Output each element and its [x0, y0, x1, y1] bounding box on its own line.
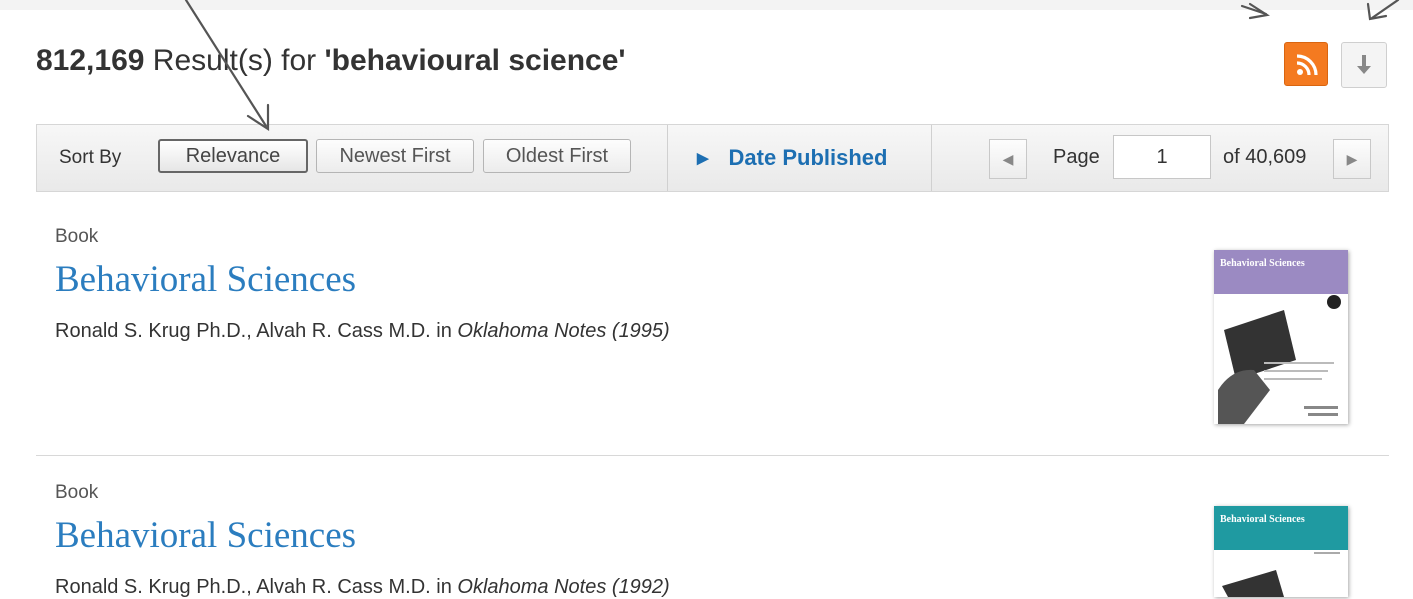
result-authors-text: Ronald S. Krug Ph.D., Alvah R. Cass M.D.…	[55, 320, 458, 342]
download-button[interactable]	[1341, 42, 1387, 88]
chevron-left-icon: ◀	[1002, 151, 1014, 167]
result-type: Book	[55, 482, 99, 503]
result-authors: Ronald S. Krug Ph.D., Alvah R. Cass M.D.…	[55, 576, 670, 599]
cover-art	[1222, 552, 1340, 597]
date-published-filter[interactable]: ▶ Date Published	[697, 145, 887, 171]
rss-icon	[1296, 54, 1318, 76]
result-title-link[interactable]: Behavioral Sciences	[55, 514, 356, 557]
book-cover-thumbnail[interactable]: Behavioral Sciences	[1214, 250, 1348, 424]
previous-page-button[interactable]: ◀	[989, 139, 1027, 179]
expand-triangle-icon: ▶	[697, 150, 709, 167]
sort-by-label: Sort By	[59, 147, 122, 168]
page-label: Page	[1053, 146, 1100, 168]
sort-newest-button[interactable]: Newest First	[316, 139, 474, 173]
book-cover-thumbnail[interactable]: Behavioral Sciences	[1214, 506, 1348, 597]
next-page-button[interactable]: ▶	[1333, 139, 1371, 179]
toolbar-divider	[931, 125, 932, 191]
toolbar-divider	[667, 125, 668, 191]
results-count: 812,169	[36, 44, 145, 77]
result-authors: Ronald S. Krug Ph.D., Alvah R. Cass M.D.…	[55, 320, 670, 343]
sort-oldest-button[interactable]: Oldest First	[483, 139, 631, 173]
result-type: Book	[55, 226, 99, 247]
search-query: 'behavioural science'	[324, 44, 626, 77]
results-label: Result(s) for	[144, 44, 325, 77]
result-source-link[interactable]: Oklahoma Notes (1995)	[457, 320, 669, 342]
cover-art	[1218, 295, 1341, 424]
result-divider	[36, 455, 1389, 456]
result-item: Book Behavioral Sciences Ronald S. Krug …	[36, 482, 1389, 599]
sort-relevance-button[interactable]: Relevance	[158, 139, 308, 173]
rss-feed-button[interactable]	[1284, 42, 1328, 86]
results-toolbar: Sort By Relevance Newest First Oldest Fi…	[36, 124, 1389, 192]
results-heading: 812,169 Result(s) for 'behavioural scien…	[36, 44, 626, 78]
result-authors-text: Ronald S. Krug Ph.D., Alvah R. Cass M.D.…	[55, 576, 458, 598]
chevron-right-icon: ▶	[1346, 151, 1358, 167]
result-source-link[interactable]: Oklahoma Notes (1992)	[457, 576, 669, 598]
top-strip	[0, 0, 1413, 10]
result-item: Book Behavioral Sciences Ronald S. Krug …	[36, 226, 1389, 446]
page-number-input[interactable]	[1113, 135, 1211, 179]
page-total: of 40,609	[1223, 146, 1307, 168]
download-arrow-icon	[1357, 55, 1371, 74]
result-title-link[interactable]: Behavioral Sciences	[55, 258, 356, 301]
date-published-label: Date Published	[728, 145, 888, 170]
